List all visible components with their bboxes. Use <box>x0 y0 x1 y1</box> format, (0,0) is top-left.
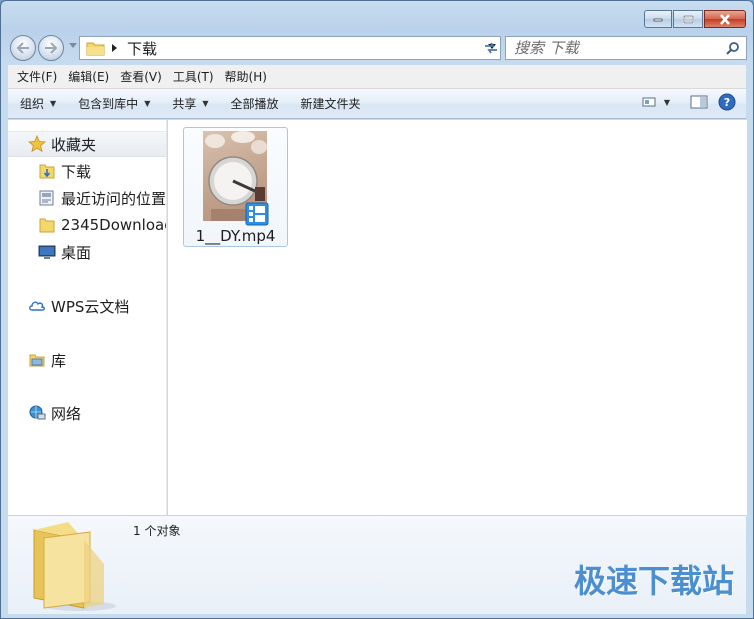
breadcrumb-current-folder[interactable]: 下载 <box>127 38 157 59</box>
maximize-icon <box>682 14 694 24</box>
item-count: 1 个对象 <box>133 524 181 538</box>
menu-file[interactable]: 文件(F) <box>12 68 62 85</box>
recent-pages-dropdown-icon[interactable] <box>69 43 77 49</box>
sidebar-item-label: 最近访问的位置 <box>61 189 167 208</box>
sidebar-item-label: WPS云文档 <box>51 297 130 316</box>
maximize-button[interactable] <box>673 10 703 28</box>
help-icon[interactable]: ? <box>718 93 736 111</box>
menu-bar: 文件(F) 编辑(E) 查看(V) 工具(T) 帮助(H) <box>8 65 746 89</box>
downloads-folder-icon <box>38 162 56 180</box>
folder-icon <box>86 42 105 56</box>
sidebar-item-libraries[interactable]: 库 <box>8 347 66 373</box>
preview-pane-icon[interactable] <box>690 94 708 110</box>
sidebar-item-label: 下载 <box>61 162 92 181</box>
search-input[interactable] <box>514 39 714 57</box>
organize-label: 组织 <box>20 97 45 111</box>
menu-view[interactable]: 查看(V) <box>115 68 167 85</box>
sidebar-item-label: 2345Downloads <box>61 216 166 234</box>
play-all-button[interactable]: 全部播放 <box>219 92 289 116</box>
sidebar-item-downloads[interactable]: 下载 <box>8 158 91 184</box>
sidebar-item-2345downloads[interactable]: 2345Downloads <box>8 212 166 238</box>
close-button[interactable] <box>704 10 746 28</box>
change-view-button[interactable]: ▼ <box>642 96 670 108</box>
sidebar-item-favorites[interactable]: 收藏夹 <box>8 131 166 157</box>
navigation-pane: 收藏夹 下载 最近访问的位置 2345Downloads 桌面 <box>8 120 167 515</box>
search-icon[interactable] <box>726 41 740 55</box>
large-folder-icon <box>33 522 116 611</box>
svg-text:?: ? <box>724 96 730 109</box>
organize-button[interactable]: 组织 ▼ <box>8 92 66 116</box>
library-icon <box>28 351 46 369</box>
video-file-badge-icon <box>245 202 269 226</box>
play-all-label: 全部播放 <box>230 97 279 111</box>
sidebar-item-label: 桌面 <box>61 243 92 262</box>
sidebar-item-label: 收藏夹 <box>51 135 97 154</box>
sidebar-item-recent-places[interactable]: 最近访问的位置 <box>8 185 166 211</box>
breadcrumb-chevron-icon[interactable] <box>109 43 121 53</box>
file-item[interactable]: 1__DY.mp4 <box>183 127 288 247</box>
desktop-icon <box>38 243 56 261</box>
back-button[interactable] <box>10 35 36 61</box>
star-icon <box>28 135 46 153</box>
explorer-window: 下载 文件(F) 编辑(E) 查看(V) 工具(T) 帮助(H) 组织 ▼ 包含到… <box>0 0 754 619</box>
dropdown-arrow-icon: ▼ <box>144 99 151 108</box>
refresh-button[interactable] <box>479 36 503 60</box>
command-toolbar: 组织 ▼ 包含到库中 ▼ 共享 ▼ 全部播放 新建文件夹 ▼ ? <box>8 89 746 119</box>
address-bar[interactable]: 下载 <box>79 36 501 60</box>
forward-button[interactable] <box>38 35 64 61</box>
share-label: 共享 <box>172 97 197 111</box>
new-folder-label: 新建文件夹 <box>300 97 361 111</box>
cloud-icon <box>28 297 46 315</box>
include-in-library-label: 包含到库中 <box>78 97 139 111</box>
sidebar-item-network[interactable]: 网络 <box>8 400 81 426</box>
include-in-library-button[interactable]: 包含到库中 ▼ <box>66 92 160 116</box>
sidebar-item-desktop[interactable]: 桌面 <box>8 239 91 265</box>
sidebar-item-label: 库 <box>51 351 67 370</box>
refresh-icon <box>485 42 497 54</box>
search-box[interactable] <box>505 36 747 60</box>
dropdown-arrow-icon[interactable]: ▼ <box>664 98 670 107</box>
folder-icon <box>38 216 56 234</box>
details-pane: 1 个对象 极速下载站 <box>8 515 746 614</box>
menu-tools[interactable]: 工具(T) <box>168 68 219 85</box>
view-controls: ▼ ? <box>642 93 736 111</box>
sidebar-item-wps-cloud[interactable]: WPS云文档 <box>8 293 129 319</box>
window-caption-buttons <box>644 10 746 28</box>
network-icon <box>28 404 46 422</box>
file-list-pane[interactable]: 1__DY.mp4 <box>168 120 747 515</box>
dropdown-arrow-icon: ▼ <box>202 99 209 108</box>
minimize-button[interactable] <box>644 10 672 28</box>
share-button[interactable]: 共享 ▼ <box>160 92 218 116</box>
view-icon <box>642 97 656 107</box>
file-name: 1__DY.mp4 <box>195 227 276 245</box>
forward-arrow-icon <box>45 42 58 54</box>
navigation-bar: 下载 <box>9 35 747 61</box>
back-arrow-icon <box>16 42 29 54</box>
menu-help[interactable]: 帮助(H) <box>220 68 272 85</box>
menu-edit[interactable]: 编辑(E) <box>63 68 114 85</box>
sidebar-item-label: 网络 <box>51 404 82 423</box>
dropdown-arrow-icon: ▼ <box>50 99 57 108</box>
new-folder-button[interactable]: 新建文件夹 <box>289 92 371 116</box>
close-icon <box>720 13 730 25</box>
recent-places-icon <box>38 189 56 207</box>
watermark-logo: 极速下载站 <box>573 562 734 600</box>
minimize-icon <box>653 18 663 22</box>
